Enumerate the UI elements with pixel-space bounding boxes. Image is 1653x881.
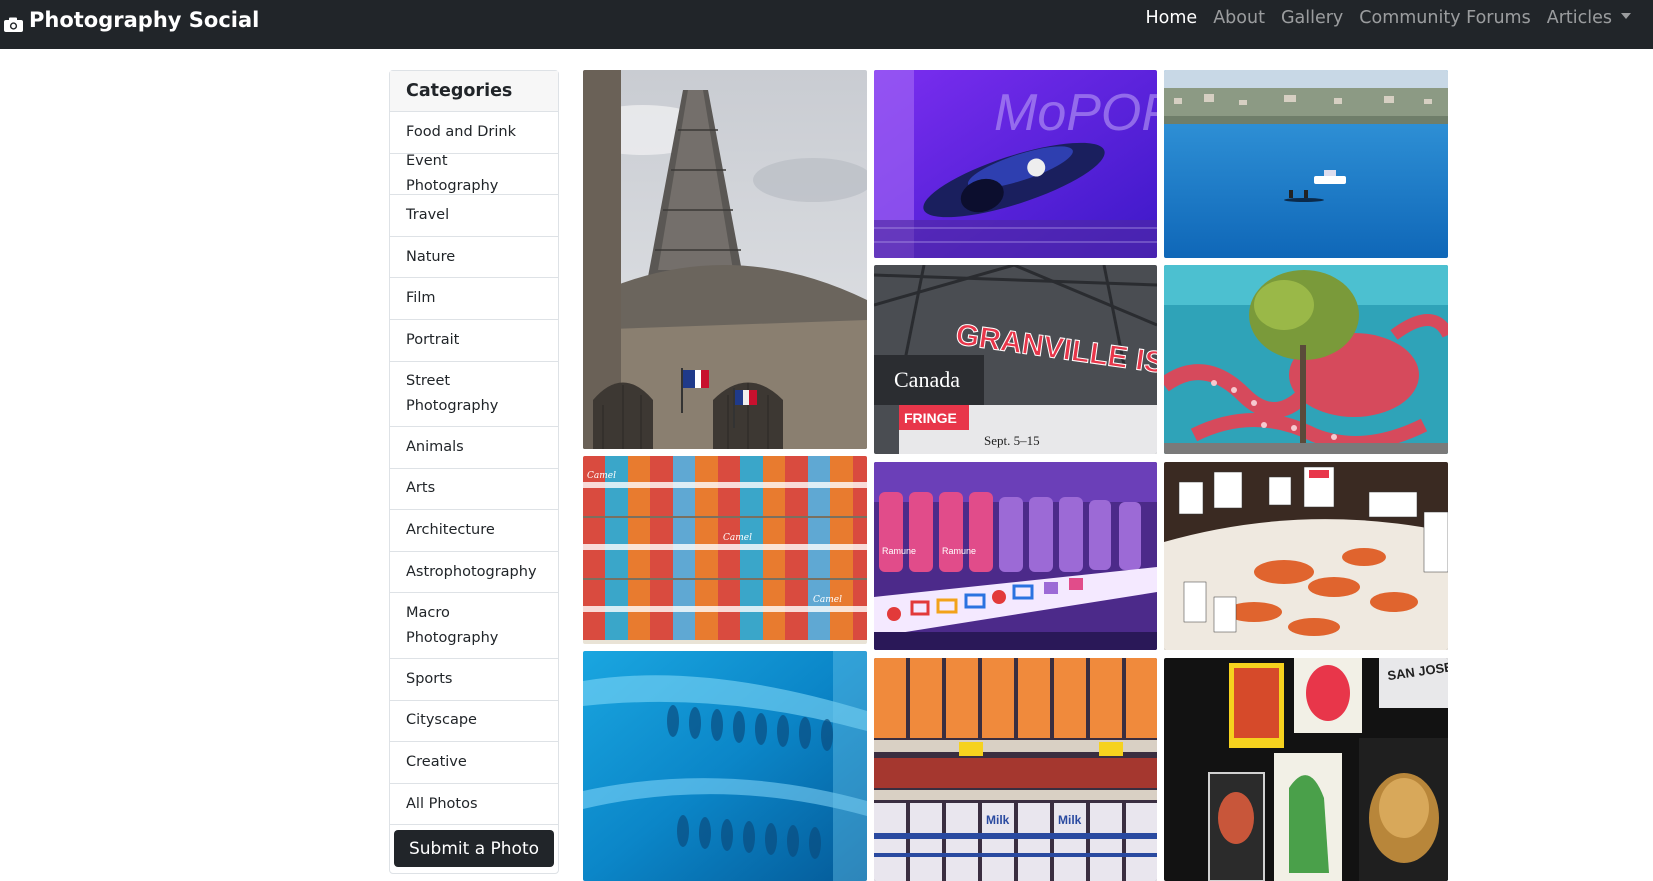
nav-community-forums[interactable]: Community Forums	[1351, 8, 1538, 28]
sidebar-footer: Submit a Photo	[390, 825, 558, 873]
category-sports[interactable]: Sports	[390, 659, 558, 701]
category-portrait[interactable]: Portrait	[390, 320, 558, 362]
caret-down-icon	[1621, 13, 1631, 19]
bottle-label: Ramune	[882, 546, 916, 556]
can-label: Camel	[723, 533, 752, 543]
category-label: Travel	[406, 206, 450, 223]
category-label: Nature	[406, 248, 456, 265]
brand-link[interactable]: Photography Social	[4, 8, 259, 32]
aquarium-sculpture-photo[interactable]	[583, 651, 867, 881]
category-astrophotography[interactable]: Astrophotography	[390, 552, 558, 594]
category-event-photography[interactable]: Event Photography	[390, 153, 558, 196]
nav-articles-label: Articles	[1546, 8, 1612, 28]
category-label: Animals	[406, 438, 464, 455]
category-label: Architecture	[406, 522, 495, 539]
ramune-bottles-photo[interactable]: Ramune Ramune	[874, 462, 1157, 650]
comic-posters-photo[interactable]: SAN JOSE ESTADIO	[1164, 658, 1448, 881]
octopus-mural-photo[interactable]	[1164, 265, 1448, 454]
category-label: Event Photography	[406, 152, 499, 194]
category-label: All Photos	[406, 795, 478, 812]
carton-label: Milk	[1058, 813, 1082, 827]
futuristic-car-exhibit-photo[interactable]: MoPOP	[874, 70, 1157, 258]
categories-title: Categories	[390, 71, 558, 112]
can-label: Camel	[587, 471, 616, 481]
nav-articles-dropdown[interactable]: Articles	[1539, 8, 1639, 28]
category-animals[interactable]: Animals	[390, 427, 558, 469]
fish-market-photo[interactable]	[1164, 462, 1448, 650]
soup-cans-photo[interactable]: Camel Camel Camel	[583, 456, 867, 644]
category-street-photography[interactable]: Street Photography	[390, 362, 558, 428]
can-label: Camel	[813, 595, 842, 605]
milk-cartons-photo[interactable]: Milk Milk	[874, 658, 1157, 881]
category-label: Film	[406, 290, 436, 307]
category-nature[interactable]: Nature	[390, 237, 558, 279]
category-travel[interactable]: Travel	[390, 195, 558, 237]
granville-island-sign-photo[interactable]: Canada GRANVILLE ISLAND FRINGE Sept. 5–1…	[874, 265, 1157, 454]
category-label: Arts	[406, 480, 436, 497]
category-label: Cityscape	[406, 712, 477, 729]
category-label: Creative	[406, 753, 467, 770]
category-film[interactable]: Film	[390, 278, 558, 320]
fringe-banner-text: FRINGE	[904, 410, 957, 426]
nav-about[interactable]: About	[1205, 8, 1273, 28]
category-label: Street Photography	[406, 372, 499, 414]
lake-rowers-photo[interactable]	[1164, 70, 1448, 258]
category-food-and-drink[interactable]: Food and Drink	[390, 112, 558, 154]
category-macro-photography[interactable]: Macro Photography	[390, 593, 558, 659]
category-cityscape[interactable]: Cityscape	[390, 701, 558, 743]
category-label: Astrophotography	[406, 563, 537, 580]
fringe-date-text: Sept. 5–15	[984, 433, 1040, 448]
categories-sidebar: Categories Food and Drink Event Photogra…	[389, 70, 559, 875]
bottle-label: Ramune	[942, 546, 976, 556]
category-label: Macro Photography	[406, 604, 499, 646]
top-navbar: Photography Social Home About Gallery Co…	[0, 0, 1653, 49]
category-all-photos[interactable]: All Photos	[390, 784, 558, 826]
carton-label: Milk	[986, 813, 1010, 827]
category-list: Food and Drink Event Photography Travel …	[390, 112, 558, 826]
sign-subtext: Canada	[894, 367, 960, 392]
nav-links: Home About Gallery Community Forums Arti…	[1138, 8, 1639, 28]
category-label: Food and Drink	[406, 123, 517, 140]
category-label: Portrait	[406, 331, 460, 348]
category-label: Sports	[406, 670, 453, 687]
nav-gallery[interactable]: Gallery	[1273, 8, 1351, 28]
category-creative[interactable]: Creative	[390, 742, 558, 784]
category-arts[interactable]: Arts	[390, 469, 558, 511]
eiffel-tower-photo[interactable]	[583, 70, 867, 449]
svg-text:MoPOP: MoPOP	[994, 84, 1157, 142]
brand-title: Photography Social	[29, 8, 260, 32]
nav-home[interactable]: Home	[1138, 8, 1206, 28]
submit-photo-button[interactable]: Submit a Photo	[394, 830, 554, 868]
camera-icon	[4, 13, 23, 32]
category-architecture[interactable]: Architecture	[390, 510, 558, 552]
